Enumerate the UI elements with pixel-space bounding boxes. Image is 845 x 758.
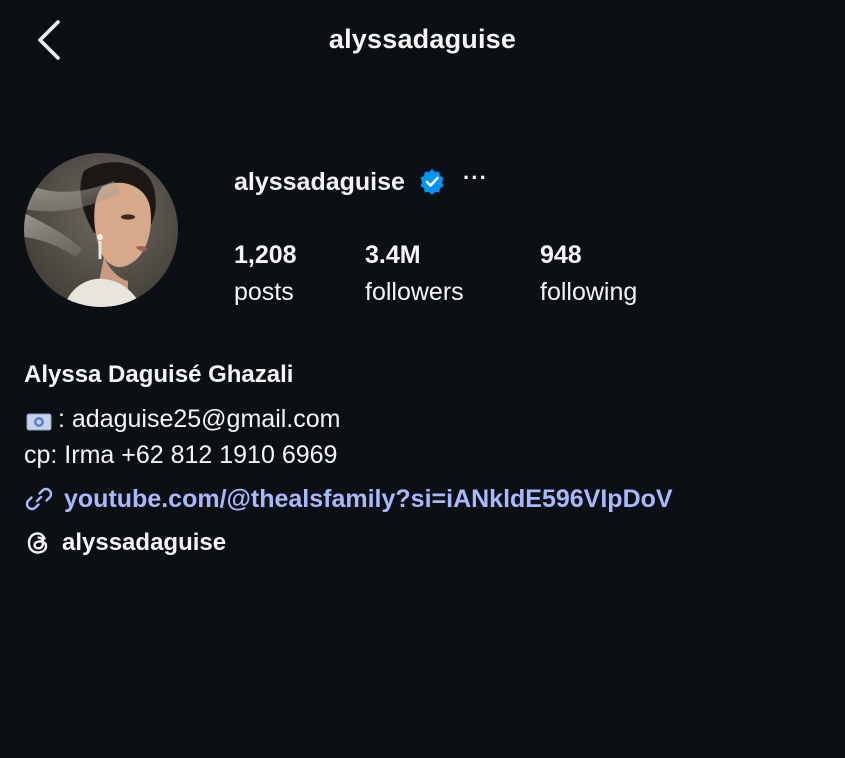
avatar[interactable] — [24, 153, 178, 307]
page-title: alyssadaguise — [328, 24, 517, 54]
following-count: 948 — [540, 241, 582, 269]
bio-email-text: : adaguise25@gmail.com — [58, 405, 341, 433]
followers-label: followers — [365, 278, 464, 306]
top-bar: alyssadaguise — [0, 0, 845, 82]
stat-followers[interactable]: 3.4M followers — [365, 240, 464, 307]
link-icon — [25, 487, 53, 511]
profile-username: alyssadaguise — [234, 167, 405, 196]
bio-email-line: : adaguise25@gmail.com — [24, 404, 340, 434]
threads-icon — [27, 532, 48, 554]
more-options-button[interactable]: ··· — [463, 167, 488, 197]
envelope-emoji-icon — [24, 409, 54, 431]
profile-full-name: Alyssa Daguisé Ghazali — [24, 361, 294, 388]
stat-following[interactable]: 948 following — [540, 240, 637, 307]
threads-badge[interactable]: alyssadaguise — [24, 529, 226, 557]
followers-count: 3.4M — [365, 241, 421, 269]
verified-badge-icon — [419, 169, 445, 195]
stat-posts: 1,208 posts — [234, 240, 297, 307]
profile-photo — [24, 153, 178, 307]
posts-label: posts — [234, 278, 294, 306]
profile-header-row: alyssadaguise ··· — [234, 164, 488, 200]
bio-phone-text: cp: Irma +62 812 1910 6969 — [24, 441, 338, 469]
following-label: following — [540, 278, 638, 306]
posts-count: 1,208 — [234, 241, 297, 269]
threads-handle: alyssadaguise — [62, 529, 227, 556]
bio-link[interactable]: youtube.com/@thealsfamily?si=iANkldE596V… — [24, 484, 673, 514]
bio-link-text[interactable]: youtube.com/@thealsfamily?si=iANkldE596V… — [64, 485, 673, 514]
